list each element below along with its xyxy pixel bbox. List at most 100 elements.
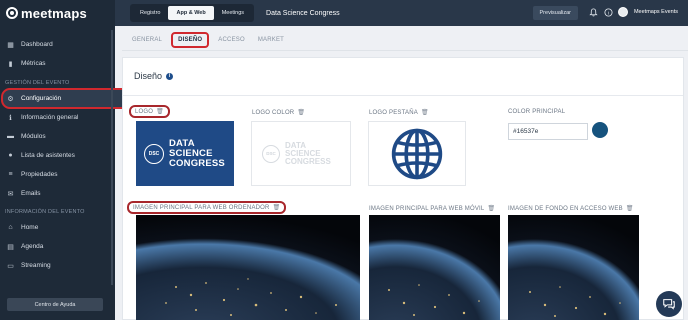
preview-button[interactable]: Previsualizar <box>532 6 578 20</box>
logo-tab-image[interactable] <box>368 121 466 186</box>
primary-color-label-text: COLOR PRINCIPAL <box>508 109 566 115</box>
sidebar-item-agenda[interactable]: ▤ Agenda <box>0 237 115 256</box>
help-center-button[interactable]: Centro de Ayuda <box>7 298 103 311</box>
help-circle-icon[interactable]: i <box>604 8 613 17</box>
sidebar-item-streaming[interactable]: ▭ Streaming <box>0 256 115 275</box>
background-image-access[interactable] <box>508 215 639 320</box>
top-tab-registro[interactable]: Registro <box>132 6 168 20</box>
primary-color-swatch[interactable] <box>592 122 608 138</box>
trash-icon[interactable]: 🗑 <box>421 109 429 116</box>
tab-acceso[interactable]: ACCESO <box>218 34 245 46</box>
info-icon[interactable]: i <box>166 72 174 80</box>
sidebar-item-label: Emails <box>21 190 41 197</box>
sidebar-scrollbar[interactable] <box>111 30 113 285</box>
svg-text:i: i <box>608 10 609 16</box>
sidebar-section-informacion: INFORMACIÓN DEL EVENTO <box>5 209 85 215</box>
panel-divider <box>123 95 683 96</box>
sidebar-item-informacion-general[interactable]: ℹ Información general <box>0 108 115 127</box>
dashboard-icon: ▦ <box>7 41 14 49</box>
trash-icon[interactable]: 🗑 <box>626 205 634 212</box>
logo-color-image[interactable]: DSC DATA SCIENCE CONGRESS <box>251 121 351 186</box>
sidebar-item-label: Agenda <box>21 243 44 250</box>
main-image-mobile-label-text: IMAGEN PRINCIPAL PARA WEB MÓVIL <box>369 205 485 212</box>
trash-icon[interactable]: 🗑 <box>273 204 281 211</box>
sidebar-item-metricas[interactable]: ▮ Métricas <box>0 54 115 73</box>
logo-word: SCIENCE <box>169 147 213 159</box>
sidebar-item-label: Configuración <box>21 95 62 102</box>
panel-title-text: Diseño <box>134 71 163 81</box>
main-image-desktop-label-text: IMAGEN PRINCIPAL PARA WEB ORDENADOR <box>133 204 270 211</box>
chat-icon <box>663 299 675 310</box>
logo-color-label: LOGO COLOR 🗑 <box>252 109 305 117</box>
logo-image[interactable]: DSC DATA SCIENCE CONGRESS <box>136 121 234 186</box>
event-title: Data Science Congress <box>266 9 340 17</box>
panel-title: Diseño i <box>134 71 174 81</box>
primary-color-label: COLOR PRINCIPAL <box>508 109 565 115</box>
design-panel: Diseño i LOGO 🗑 LOGO COLOR 🗑 LOGO PESTAÑ… <box>122 57 684 320</box>
sidebar-item-label: Propiedades <box>21 171 58 178</box>
background-image-label-text: IMAGEN DE FONDO EN ACCESO WEB <box>508 205 623 212</box>
sidebar-section-gestion: GESTIÓN DEL EVENTO <box>5 80 70 86</box>
main-image-mobile-label: IMAGEN PRINCIPAL PARA WEB MÓVIL 🗑 <box>369 205 495 213</box>
trash-icon[interactable]: 🗑 <box>297 109 305 116</box>
top-tab-app-web[interactable]: App & Web <box>168 6 214 20</box>
sidebar-item-label: Dashboard <box>21 41 53 48</box>
user-avatar[interactable] <box>618 7 628 17</box>
globe-icon <box>391 128 443 179</box>
home-icon: ⌂ <box>8 224 13 231</box>
sidebar-item-home[interactable]: ⌂ Home <box>0 218 115 237</box>
bell-icon[interactable] <box>589 8 598 17</box>
sidebar-item-dashboard[interactable]: ▦ Dashboard <box>0 35 115 54</box>
logo-tab-label-text: LOGO PESTAÑA <box>369 109 418 116</box>
earth-night-image <box>136 215 360 320</box>
logo-word: DATA <box>169 137 195 149</box>
brand-name: meetmaps <box>21 5 87 21</box>
earth-night-image <box>508 215 639 320</box>
sidebar-item-modulos[interactable]: ▬ Módulos <box>0 127 115 146</box>
sidebar-item-label: Información general <box>21 114 79 121</box>
logo-tab-label: LOGO PESTAÑA 🗑 <box>369 109 429 117</box>
sidebar-item-label: Métricas <box>21 60 46 67</box>
logo-color-label-text: LOGO COLOR <box>252 109 295 116</box>
subtabs: GENERAL DISEÑO ACCESO MARKET <box>122 30 688 50</box>
calendar-icon: ▤ <box>7 243 14 251</box>
dsc-badge-faint: DSC <box>262 144 280 163</box>
meetmaps-logo-icon <box>6 7 18 19</box>
main-image-mobile[interactable] <box>369 215 500 320</box>
sidebar-item-propiedades[interactable]: ≡ Propiedades <box>0 165 115 184</box>
sidebar-item-label: Home <box>21 224 39 231</box>
tab-diseno[interactable]: DISEÑO <box>171 32 210 48</box>
users-icon: ● <box>8 152 13 159</box>
logo-words: DATA SCIENCE CONGRESS <box>169 137 225 169</box>
sidebar-item-label: Módulos <box>21 133 46 140</box>
sidebar-item-emails[interactable]: ✉ Emails <box>0 184 115 203</box>
user-name[interactable]: Meetmaps Events <box>634 9 678 15</box>
chat-button[interactable] <box>656 291 682 317</box>
tab-market[interactable]: MARKET <box>258 34 284 46</box>
gear-icon: ⚙ <box>7 95 14 103</box>
sidebar: meetmaps ▦ Dashboard ▮ Métricas GESTIÓN … <box>0 0 131 320</box>
dsc-badge: DSC <box>144 143 164 164</box>
trash-icon[interactable]: 🗑 <box>487 205 495 212</box>
topbar: Registro App & Web Meetings Data Science… <box>115 0 688 26</box>
logo-label: LOGO 🗑 <box>129 105 170 118</box>
earth-night-image <box>369 215 500 320</box>
trash-icon[interactable]: 🗑 <box>156 108 164 115</box>
primary-color-input[interactable]: #16537e <box>508 123 588 140</box>
logo-word: CONGRESS <box>285 156 331 166</box>
main-image-desktop[interactable] <box>136 215 360 320</box>
sidebar-item-label: Lista de asistentes <box>21 152 75 159</box>
subtabs-divider <box>122 50 688 51</box>
modules-icon: ▬ <box>7 133 14 140</box>
sidebar-item-lista-asistentes[interactable]: ● Lista de asistentes <box>0 146 115 165</box>
main-image-desktop-label: IMAGEN PRINCIPAL PARA WEB ORDENADOR 🗑 <box>127 201 287 214</box>
streaming-icon: ▭ <box>7 262 14 270</box>
top-tab-meetings[interactable]: Meetings <box>214 6 252 20</box>
logo-word: CONGRESS <box>169 157 225 169</box>
brand-logo[interactable]: meetmaps <box>0 0 115 26</box>
sidebar-item-label: Streaming <box>21 262 51 269</box>
logo-label-text: LOGO <box>135 108 154 115</box>
mail-icon: ✉ <box>7 190 14 198</box>
tab-general[interactable]: GENERAL <box>132 34 162 46</box>
info-icon: ℹ <box>9 114 12 122</box>
